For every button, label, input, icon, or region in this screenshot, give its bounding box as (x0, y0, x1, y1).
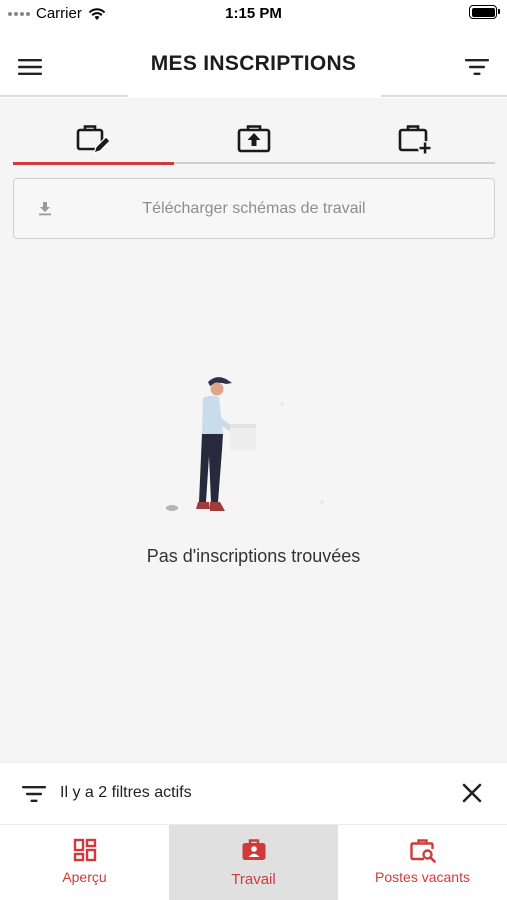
nav-label-travail: Travail (231, 871, 276, 888)
filter-lines-icon[interactable] (465, 58, 489, 76)
status-bar: Carrier 1:15 PM (0, 0, 507, 28)
download-button-label: Télécharger schémas de travail (142, 199, 366, 217)
tab-add[interactable] (334, 112, 495, 166)
header-divider-left (0, 95, 128, 97)
nav-label-postes-vacants: Postes vacants (375, 869, 470, 885)
briefcase-search-icon (409, 839, 436, 863)
empty-state-illustration (166, 377, 324, 511)
download-icon (39, 202, 51, 216)
header-divider-right (381, 95, 507, 97)
filter-lines-icon (22, 786, 46, 802)
bottom-navigation: Aperçu Travail Postes vacants (0, 824, 507, 900)
active-filters-bar: Il y a 2 filtres actifs (0, 762, 507, 824)
tab-my-registrations[interactable] (13, 112, 174, 166)
nav-item-apercu[interactable]: Aperçu (0, 825, 169, 900)
briefcase-add-icon (398, 125, 432, 155)
close-icon[interactable] (461, 782, 483, 804)
empty-state-message: Pas d'inscriptions trouvées (146, 546, 361, 566)
grid-dashboard-icon (73, 838, 96, 862)
nav-label-apercu: Aperçu (62, 869, 107, 885)
download-work-schemas-button[interactable]: Télécharger schémas de travail (13, 178, 495, 239)
nav-item-postes-vacants[interactable]: Postes vacants (338, 825, 507, 900)
status-time: 1:15 PM (225, 5, 282, 22)
active-tab-indicator (13, 162, 174, 165)
nav-item-travail[interactable]: Travail (169, 825, 338, 900)
active-filters-text: Il y a 2 filtres actifs (60, 784, 192, 801)
briefcase-edit-icon (77, 125, 112, 154)
page-title: MES INSCRIPTIONS (150, 52, 357, 75)
tab-bar (13, 112, 495, 166)
tab-upload[interactable] (174, 112, 335, 166)
briefcase-upload-icon (237, 125, 271, 153)
battery-icon (469, 5, 500, 19)
briefcase-person-icon (242, 839, 265, 860)
app-header: MES INSCRIPTIONS (0, 28, 507, 98)
